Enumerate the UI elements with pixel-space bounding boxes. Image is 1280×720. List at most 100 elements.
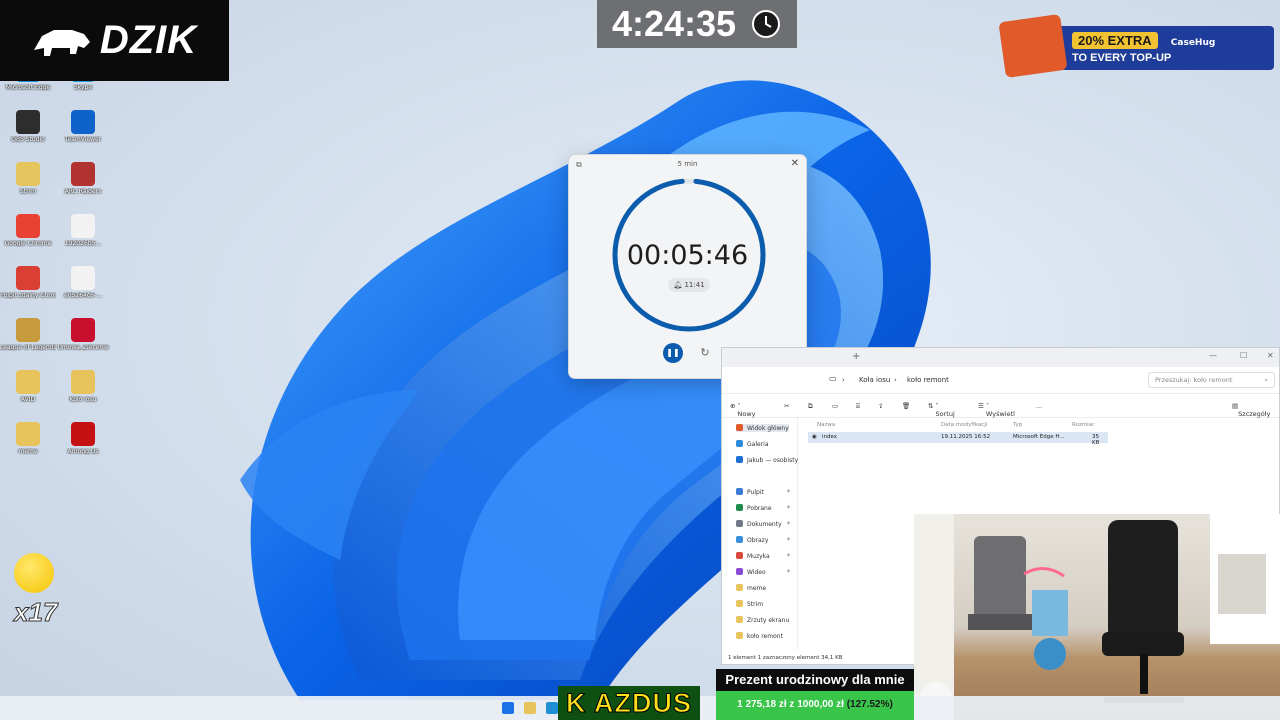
details-label: Szczegóły [1238,410,1271,418]
nav-item[interactable]: Muzyka [736,552,770,560]
view-button[interactable]: ☰ Wyświetl ˅ [978,402,1015,418]
pause-button[interactable]: ❚❚ [663,343,683,363]
app-icon [16,110,40,134]
view-label: Wyświetl [985,410,1015,418]
folder-icon [736,440,743,447]
app-icon [16,318,40,342]
nav-item[interactable]: Galeria [736,440,769,448]
donation-goal-amount: 1 275,18 zł z 1000,00 zł [737,699,844,710]
column-type[interactable]: Typ [1013,422,1022,428]
nav-item[interactable]: Jakub — osobisty [736,456,798,464]
reset-button[interactable]: ↻ [695,343,715,363]
folder-icon [736,536,743,543]
column-size[interactable]: Rozmiar [1072,422,1094,428]
desktop-icon[interactable]: Among Us [55,422,111,455]
desktop-icon[interactable]: AVID [0,370,56,403]
navigation-pane: Widok główny Galeria Jakub — osobisty Pulpi… [722,418,798,650]
pin-icon: ✦ [786,536,792,543]
nav-item[interactable]: Widok główny [736,424,789,432]
sort-button[interactable]: ⇅ Sortuj ˅ [928,402,955,418]
column-modified[interactable]: Data modyfikacji [941,422,987,428]
desktop-icon-label: 192026b5... [64,240,102,247]
app-icon [16,422,40,446]
clock-icon [752,10,781,38]
desktop-icon[interactable]: meme [0,422,56,455]
sort-label: Sortuj [935,410,955,418]
app-icon [16,214,40,238]
more-button[interactable]: ... [1036,402,1042,410]
edge-icon: ◉ [812,434,817,440]
nav-item[interactable]: Dokumenty [736,520,782,528]
desktop-icon[interactable]: Umowa_Zlecenie [55,318,111,351]
start-icon[interactable] [502,702,514,714]
nav-item-label: Muzyka [747,553,770,560]
cut-icon[interactable]: ✂ [784,402,789,410]
search-placeholder: Przeszukaj: koło remont [1155,376,1233,384]
donation-goal-percent: (127.52%) [846,699,893,710]
breadcrumb-item[interactable]: koło remont [907,376,949,384]
desktop-icon[interactable]: League of Legends [0,318,56,351]
new-button[interactable]: ⊕ Nowy ˅ [730,402,756,418]
app-icon [71,162,95,186]
alarm-time: 11:41 [684,281,705,289]
desktop-icon-label: TeamViewer [64,136,102,143]
file-size: 35 KB [1092,434,1100,446]
nav-item-label: koło remont [747,633,783,640]
maximize-icon[interactable]: ☐ [1240,351,1247,360]
desktop-icon[interactable]: e05264c6-... [55,266,111,299]
desktop-icon[interactable]: ARC Raiders [55,162,111,195]
desktop-icon[interactable]: Strim [0,162,56,195]
delete-icon[interactable]: 🗑︎ [902,402,910,410]
sponsor-line: TO EVERY TOP-UP [1072,52,1172,64]
nav-item[interactable]: Obrazy [736,536,768,544]
app-icon [16,162,40,186]
pin-icon: ✦ [786,520,792,527]
desktop-icon[interactable]: 192026b5... [55,214,111,247]
nav-item[interactable]: meme [736,584,766,592]
nav-item[interactable]: Wideo [736,568,766,576]
desktop-icon[interactable]: OBS Studio [0,110,56,143]
edge-taskbar-icon[interactable] [546,702,558,714]
chevron-right-icon: › [894,376,897,384]
file-row[interactable]: ◉ index 19.11.2025 16:52 Microsoft Edge … [808,432,1108,446]
desktop-icon[interactable]: Google Chrome [0,214,56,247]
command-bar: ⊕ Nowy ˅ ✂ ⧉ ▭ ⌸ ⇪ 🗑︎ ⇅ Sortuj ˅ ☰ Wyświ… [722,394,1279,418]
nav-item-label: Strim [747,601,764,608]
nav-item[interactable]: Strim [736,600,763,608]
nav-item[interactable]: koło remont [736,632,783,640]
details-button[interactable]: ▤ Szczegóły [1232,402,1270,418]
pin-icon: ✦ [786,552,792,559]
search-input[interactable]: Przeszukaj: koło remont ⌕ [1148,372,1275,388]
explorer-tabbar: + — ☐ ✕ [722,348,1279,367]
file-modified: 19.11.2025 16:52 [941,434,991,440]
desktop-icon-label: Microsoft Edge [5,84,51,91]
share-icon[interactable]: ⇪ [878,402,883,410]
donation-goal-bar: 1 275,18 zł z 1000,00 zł (127.52%) [716,691,914,720]
column-name[interactable]: Nazwa [817,422,835,428]
close-icon[interactable]: ✕ [791,158,799,169]
file-explorer-taskbar-icon[interactable] [524,702,536,714]
app-icon [71,422,95,446]
chat-username-banner: K AZDUS [558,686,700,720]
folder-icon [736,488,743,495]
breadcrumb-item[interactable]: Koła iosu [859,376,890,384]
donation-goal-title: Prezent urodzinowy dla mnie [716,669,914,691]
rename-icon[interactable]: ⌸ [856,402,860,411]
desktop-icon-label: Umowa_Zlecenie [57,344,109,351]
desktop-icon[interactable]: Pulpit zdalny Chrome [0,266,56,299]
app-icon [71,370,95,394]
new-tab-icon[interactable]: + [852,351,860,362]
close-icon[interactable]: ✕ [1267,351,1274,360]
paste-icon[interactable]: ▭ [832,402,838,410]
nav-item[interactable]: Pulpit [736,488,764,496]
timer-time: 00:05:46 [626,240,749,271]
nav-item[interactable]: Pobrane [736,504,772,512]
copy-icon[interactable]: ⧉ [808,402,813,411]
desktop-icon[interactable]: Kolo iosu [55,370,111,403]
folder-icon [736,504,743,511]
desktop-icon[interactable]: TeamViewer [55,110,111,143]
computer-icon[interactable]: ▭ [829,374,837,383]
nav-item[interactable]: Zrzuty ekranu [736,616,789,624]
nav-item-label: Obrazy [747,537,769,544]
minimize-icon[interactable]: — [1209,351,1217,360]
